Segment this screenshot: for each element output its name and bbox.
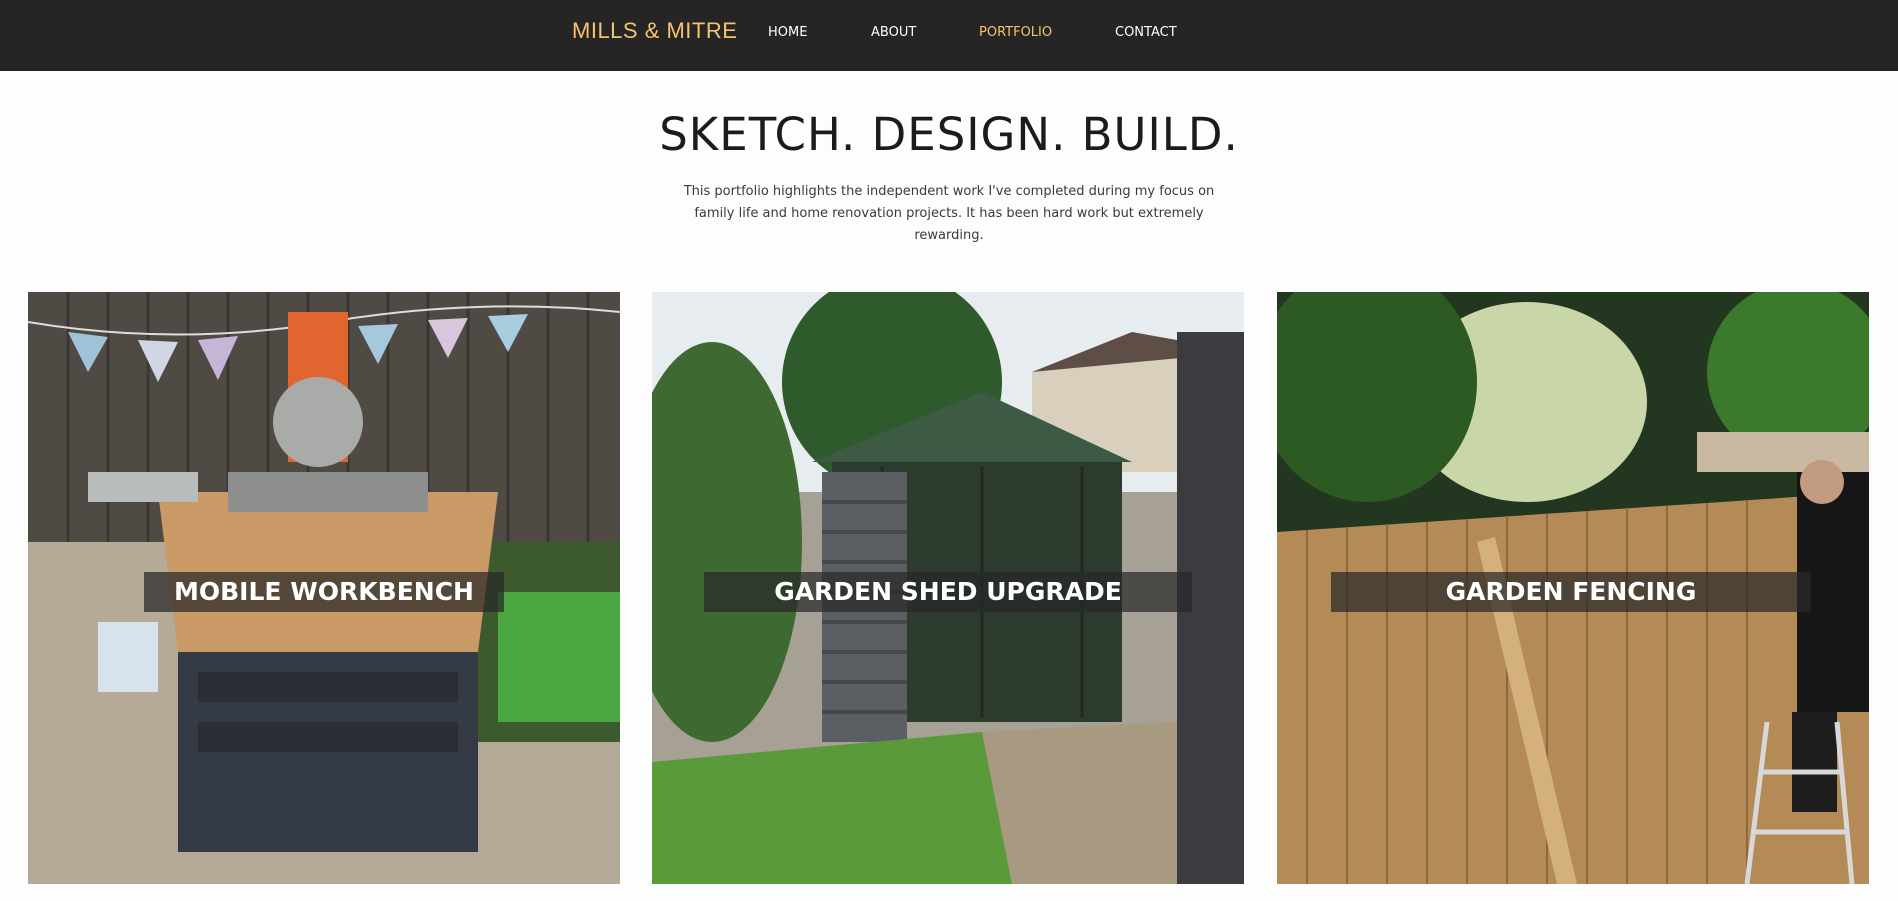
site-logo[interactable]: MILLS & MITRE — [572, 18, 737, 44]
project-card-mobile-workbench[interactable]: MOBILE WORKBENCH — [28, 292, 620, 884]
nav-about[interactable]: ABOUT — [871, 25, 916, 40]
nav-contact[interactable]: CONTACT — [1115, 25, 1177, 40]
nav-home[interactable]: HOME — [768, 25, 807, 40]
page-title: SKETCH. DESIGN. BUILD. — [659, 108, 1239, 161]
site-header: MILLS & MITRE HOME ABOUT PORTFOLIO CONTA… — [0, 0, 1898, 71]
project-title: GARDEN SHED UPGRADE — [704, 572, 1192, 612]
project-title: GARDEN FENCING — [1331, 572, 1811, 612]
project-card-garden-fencing[interactable]: GARDEN FENCING — [1277, 292, 1869, 884]
project-card-garden-shed[interactable]: GARDEN SHED UPGRADE — [652, 292, 1244, 884]
intro-text: This portfolio highlights the independen… — [683, 184, 1215, 243]
project-title: MOBILE WORKBENCH — [144, 572, 504, 612]
nav-portfolio[interactable]: PORTFOLIO — [979, 25, 1052, 40]
